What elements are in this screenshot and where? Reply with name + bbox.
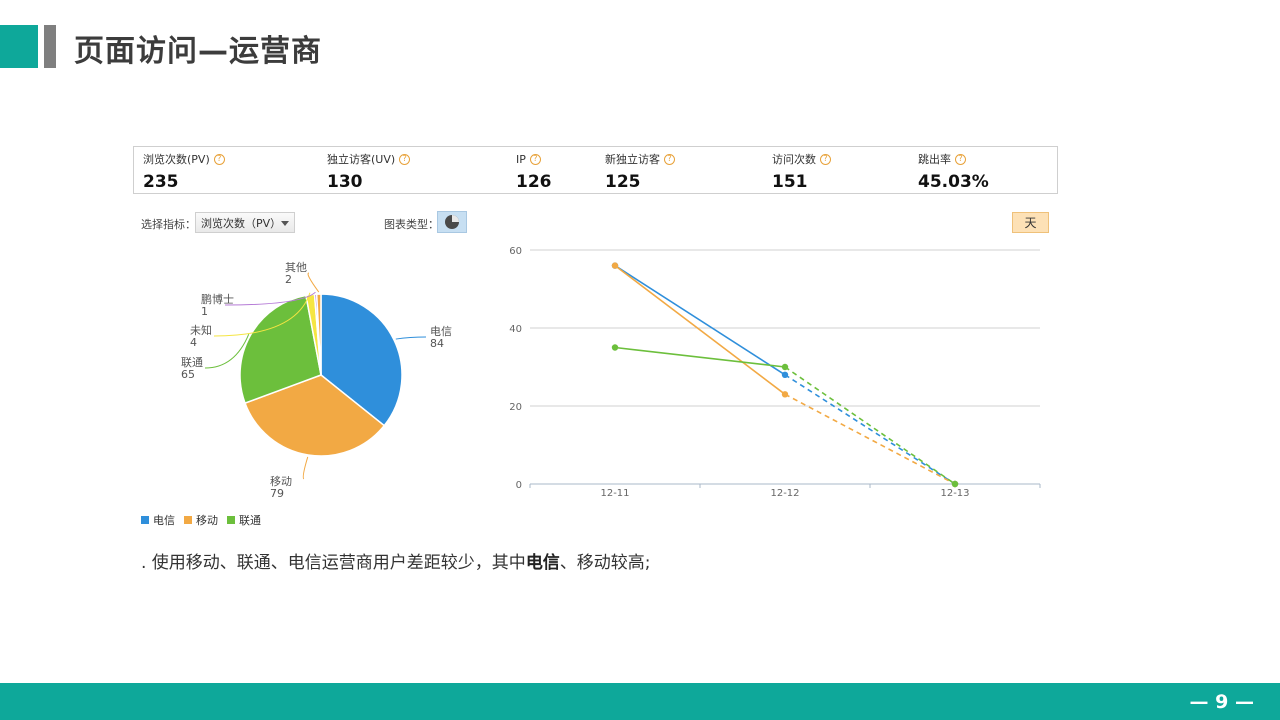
series-line-dashed: [784, 366, 956, 485]
legend-label: 电信: [153, 514, 175, 527]
stat-value: 130: [327, 172, 363, 192]
chart-type-label: 图表类型：: [384, 218, 439, 231]
stat-value: 235: [143, 172, 179, 192]
series-point: [781, 391, 789, 398]
metric-select-value: 浏览次数（PV）: [201, 216, 282, 230]
stat-bounce-rate: 跳出率? 45.03%: [918, 151, 989, 192]
metric-label: 选择指标：: [141, 218, 196, 231]
help-icon[interactable]: ?: [399, 153, 411, 165]
page-number: — 9 —: [1189, 691, 1254, 713]
chart-type-button[interactable]: [437, 211, 467, 233]
pie-label-name: 未知: [190, 323, 212, 337]
series-point: [781, 363, 789, 371]
pie-label-value: 84: [430, 337, 444, 350]
pie-leader-line: [307, 272, 320, 293]
chevron-down-icon: [281, 221, 289, 226]
chart-legend: 电信 移动 联通: [141, 512, 261, 528]
series-line-dashed: [784, 393, 956, 485]
page-title: 页面访问—运营商: [74, 34, 322, 69]
stat-value: 45.03%: [918, 172, 989, 192]
stat-new-visitors: 新独立访客? 125: [605, 151, 675, 192]
pie-label-value: 4: [190, 336, 197, 349]
pie-chart: 电信84移动79联通65未知4鹏博士1其他2: [181, 261, 452, 500]
stat-label: IP: [516, 152, 526, 166]
x-tick-label: 12-11: [600, 488, 629, 499]
legend-item-unicom[interactable]: 联通: [227, 512, 261, 528]
summary-text: . 使用移动、联通、电信运营商用户差距较少，其中电信、移动较高;: [141, 548, 651, 573]
help-icon[interactable]: ?: [529, 153, 541, 165]
stats-panel: 浏览次数(PV)? 235 独立访客(UV)? 130 IP? 126 新独立访…: [133, 146, 1058, 194]
pie-label-value: 1: [201, 305, 208, 318]
series-point: [781, 371, 789, 378]
y-tick-label: 60: [509, 246, 522, 257]
legend-swatch: [141, 516, 149, 524]
legend-label: 移动: [196, 514, 218, 527]
help-icon[interactable]: ?: [213, 153, 225, 165]
stat-label: 新独立访客: [605, 153, 660, 166]
slide: 页面访问—运营商 浏览次数(PV)? 235 独立访客(UV)? 130 IP?…: [0, 0, 1280, 720]
stat-label: 独立访客(UV): [327, 153, 396, 166]
stat-label: 浏览次数(PV): [143, 153, 210, 166]
stat-value: 125: [605, 172, 641, 192]
series-line-solid: [614, 264, 786, 376]
summary-suffix: 、移动较高;: [559, 553, 651, 573]
pie-leader-line: [302, 456, 309, 480]
stat-visits: 访问次数? 151: [772, 151, 831, 192]
stat-value: 126: [516, 172, 552, 192]
stat-value: 151: [772, 172, 808, 192]
series-point: [611, 262, 619, 269]
stat-uv: 独立访客(UV)? 130: [327, 151, 411, 192]
line-chart: 0 20 40 60 12-11 12-12 12-13: [509, 246, 1041, 499]
legend-item-telecom[interactable]: 电信: [141, 512, 175, 528]
period-day-button[interactable]: 天: [1012, 212, 1049, 233]
series-point: [611, 344, 619, 351]
legend-swatch: [184, 516, 192, 524]
help-icon[interactable]: ?: [820, 153, 831, 165]
pie-label-value: 79: [270, 487, 284, 500]
pie-label-value: 2: [285, 273, 292, 286]
series-line-dashed: [784, 374, 956, 485]
help-icon[interactable]: ?: [955, 153, 966, 165]
legend-swatch: [227, 516, 235, 524]
help-icon[interactable]: ?: [664, 153, 675, 165]
stat-pv: 浏览次数(PV)? 235: [143, 151, 225, 192]
y-tick-label: 0: [516, 480, 522, 491]
series-point: [951, 480, 959, 488]
y-tick-label: 20: [509, 402, 522, 413]
series-line-solid: [614, 264, 786, 395]
stat-ip: IP? 126: [516, 151, 552, 193]
legend-label: 联通: [239, 514, 261, 527]
pie-leader-line: [395, 336, 427, 340]
header-accent-gray: [44, 25, 56, 68]
metric-select[interactable]: 浏览次数（PV）: [195, 212, 295, 233]
x-tick-label: 12-12: [770, 488, 799, 499]
pie-label-value: 65: [181, 368, 195, 381]
footer-bar: — 9 —: [0, 683, 1280, 720]
y-tick-label: 40: [509, 324, 522, 335]
header-accent-teal: [0, 25, 38, 68]
stat-label: 访问次数: [772, 153, 816, 166]
series-line-solid: [614, 346, 786, 368]
pie-chart-icon: [445, 215, 459, 229]
x-tick-label: 12-13: [940, 488, 969, 499]
summary-prefix: . 使用移动、联通、电信运营商用户差距较少，其中: [141, 553, 526, 573]
legend-item-mobile[interactable]: 移动: [184, 512, 218, 528]
stat-label: 跳出率: [918, 153, 951, 166]
summary-highlight: 电信: [525, 553, 560, 573]
